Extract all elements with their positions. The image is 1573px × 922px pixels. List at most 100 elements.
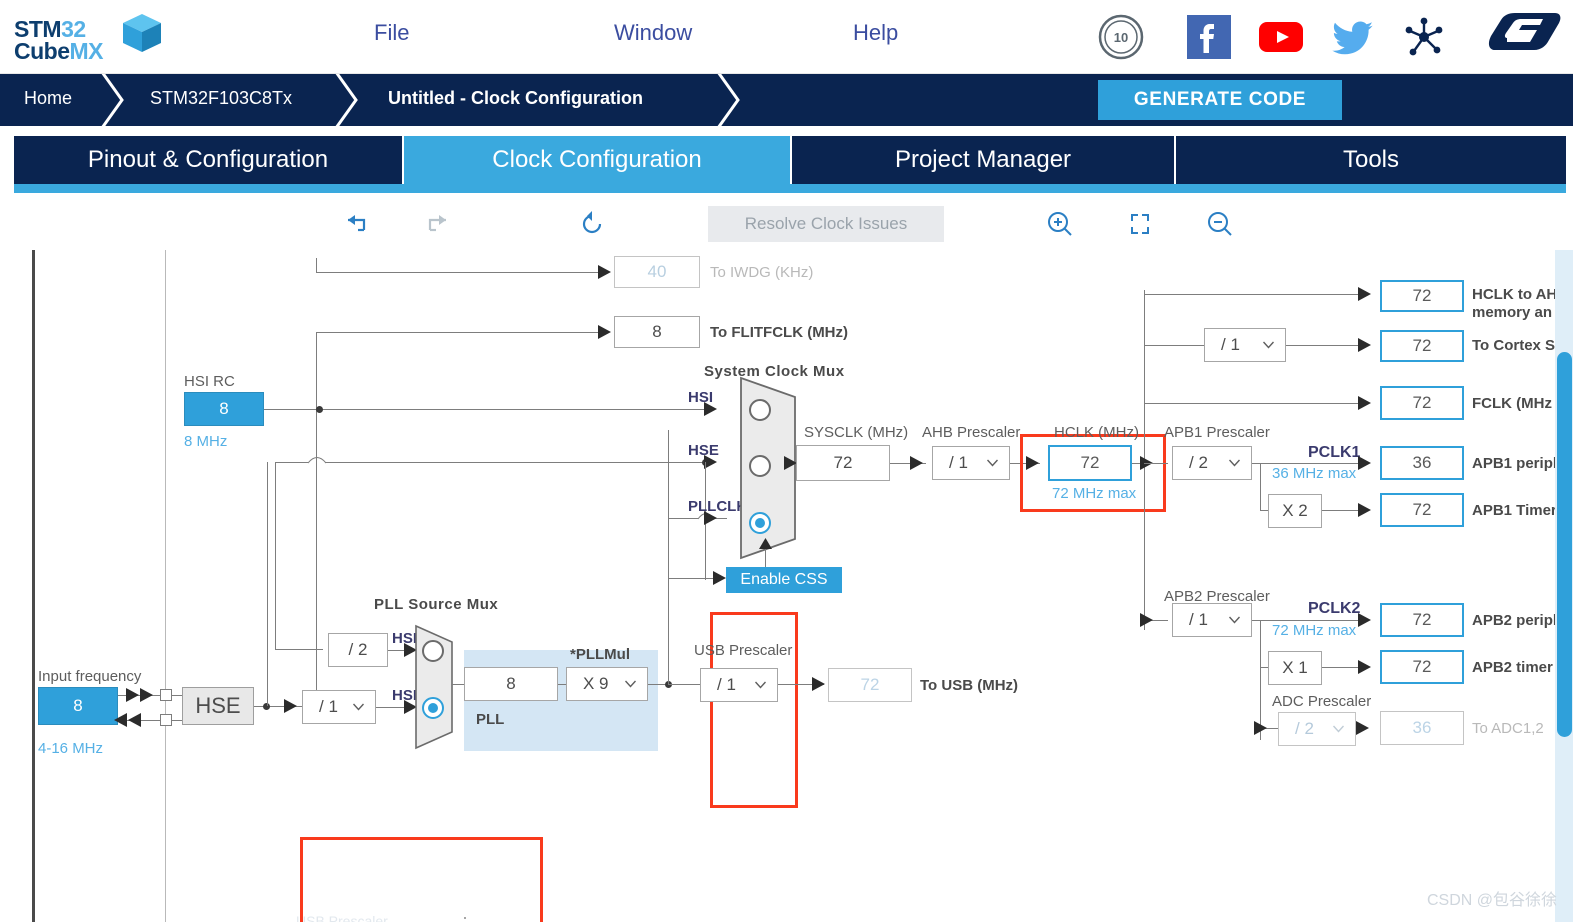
usb-prescaler-select[interactable]: / 1 (700, 668, 778, 702)
apb1-prescaler-title: APB1 Prescaler (1164, 424, 1270, 441)
chevron-down-icon (1263, 341, 1274, 349)
menu-bar: STM32 CubeMX File Window Help 10 (0, 0, 1573, 74)
vertical-scrollbar-thumb[interactable] (1557, 352, 1572, 737)
sysclk-value-field[interactable]: 72 (796, 445, 890, 481)
resolve-clock-issues-button[interactable]: Resolve Clock Issues (708, 206, 944, 242)
vertical-scrollbar-track[interactable] (1555, 250, 1573, 922)
logo-mx: MX (69, 38, 104, 64)
pll-hse-div1-value: / 1 (319, 697, 338, 716)
wire (316, 332, 317, 712)
zoom-out-icon[interactable] (1202, 206, 1238, 242)
usb-value-field[interactable]: 72 (828, 668, 912, 702)
zoom-in-icon[interactable] (1042, 206, 1078, 242)
cube-icon (123, 14, 161, 52)
adc-prescaler-select[interactable]: / 2 (1278, 712, 1356, 746)
wire-hop (308, 457, 326, 464)
iwdg-value-field[interactable]: 40 (614, 256, 700, 288)
wire (316, 332, 601, 333)
adc-prescaler-value: / 2 (1295, 719, 1314, 738)
ahb-prescaler-select[interactable]: / 1 (932, 446, 1010, 480)
chevron-down-icon (755, 681, 766, 689)
usb-label: To USB (MHz) (920, 677, 1019, 694)
wire-arrow (1358, 396, 1371, 410)
apb2-timer-multiplier[interactable]: X 1 (1268, 651, 1322, 685)
breadcrumb-home[interactable]: Home (24, 88, 72, 109)
community-icon[interactable] (1400, 13, 1448, 61)
stm32cubemx-window: STM32 CubeMX File Window Help 10 Home ST… (0, 0, 1573, 922)
apb1-periph-value-field[interactable]: 36 (1380, 446, 1464, 480)
anniversary-badge-icon[interactable]: 10 (1097, 13, 1145, 61)
sysclk-title: SYSCLK (MHz) (804, 424, 909, 441)
hclk-ahb-value-field[interactable]: 72 (1380, 280, 1464, 312)
pll-mux-radio-hse[interactable] (422, 697, 444, 719)
input-frequency-field[interactable]: 8 (38, 687, 118, 725)
apb1-prescaler-select[interactable]: / 2 (1172, 446, 1252, 480)
undo-icon[interactable] (338, 206, 374, 242)
sysclk-mux-radio-hse[interactable] (749, 455, 771, 477)
tab-project-manager[interactable]: Project Manager (792, 136, 1174, 184)
wire-arrow (128, 713, 141, 727)
sysclk-mux-radio-hsi[interactable] (749, 399, 771, 421)
redo-icon[interactable] (420, 206, 456, 242)
apb2-timer-value-field[interactable]: 72 (1380, 650, 1464, 684)
wire-arrow (114, 713, 127, 727)
wire-arrow (1358, 503, 1371, 517)
sysclk-mux-radio-pllclk[interactable] (749, 512, 771, 534)
apb1-max-note: 36 MHz max (1272, 465, 1357, 482)
pllmul-select[interactable]: X 9 (566, 667, 648, 701)
adc-prescaler-title: ADC Prescaler (1272, 693, 1372, 710)
enable-css-button[interactable]: Enable CSS (726, 567, 842, 593)
wire (1252, 620, 1364, 621)
flitfclk-label: To FLITFCLK (MHz) (710, 324, 849, 341)
menu-window[interactable]: Window (614, 20, 692, 46)
tab-tools[interactable]: Tools (1176, 136, 1566, 184)
breadcrumb-project[interactable]: Untitled - Clock Configuration (388, 88, 643, 109)
canvas-rail-left (32, 250, 35, 922)
wire (325, 462, 705, 463)
pll-mux-radio-hsi[interactable] (422, 640, 444, 662)
sysclk-mux-input-hsi-label: HSI (688, 389, 714, 406)
apb1-timer-multiplier[interactable]: X 2 (1268, 494, 1322, 528)
apb2-periph-value-field[interactable]: 72 (1380, 603, 1464, 637)
reset-icon[interactable] (574, 206, 610, 242)
apb1-periph-label: APB1 periph (1472, 455, 1563, 472)
hsi-rc-value-field[interactable]: 8 (184, 392, 264, 426)
breadcrumb-device[interactable]: STM32F103C8Tx (150, 88, 292, 109)
hse-block[interactable]: HSE (182, 687, 254, 725)
pclk2-label: PCLK2 (1308, 600, 1361, 617)
tab-pinout-configuration[interactable]: Pinout & Configuration (14, 136, 402, 184)
wire (1144, 403, 1366, 404)
twitter-icon[interactable] (1329, 13, 1377, 61)
apb2-max-note: 72 MHz max (1272, 622, 1357, 639)
youtube-icon[interactable] (1257, 13, 1305, 61)
apb1-timer-value-field[interactable]: 72 (1380, 493, 1464, 527)
cortex-value-field[interactable]: 72 (1380, 330, 1464, 362)
hse-input-terminal (160, 689, 172, 701)
menu-help[interactable]: Help (853, 20, 898, 46)
cortex-label: To Cortex S (1472, 337, 1556, 354)
pll-input-value[interactable]: 8 (464, 667, 558, 701)
generate-code-button[interactable]: GENERATE CODE (1098, 80, 1342, 120)
wire-arrow (713, 571, 726, 585)
wire-arrow (1358, 613, 1371, 627)
cortex-prescaler-select[interactable]: / 1 (1204, 328, 1286, 362)
cortex-prescaler-value: / 1 (1221, 335, 1240, 354)
apb2-prescaler-value: / 1 (1189, 610, 1208, 629)
menu-file[interactable]: File (374, 20, 409, 46)
hclk-ahb-label-line2: memory an (1472, 304, 1553, 321)
st-logo-icon[interactable] (1485, 10, 1563, 64)
pll-hse-div1-select[interactable]: / 1 (302, 690, 376, 724)
facebook-icon[interactable] (1185, 13, 1233, 61)
tab-clock-configuration[interactable]: Clock Configuration (404, 136, 790, 184)
hclk-value-field[interactable]: 72 (1048, 445, 1132, 481)
pll-label: PLL (476, 711, 505, 728)
canvas-rail-mid (165, 250, 166, 922)
fit-to-screen-icon[interactable] (1122, 206, 1158, 242)
apb2-prescaler-select[interactable]: / 1 (1172, 603, 1252, 637)
flitfclk-value-field[interactable]: 8 (614, 316, 700, 348)
fclk-value-field[interactable]: 72 (1380, 386, 1464, 420)
tab-bar: Pinout & Configuration Clock Configurati… (0, 126, 1573, 198)
adc-label: To ADC1,2 (1472, 720, 1544, 737)
adc-value-field[interactable]: 36 (1380, 711, 1464, 745)
pll-hsi-div2[interactable]: / 2 (328, 633, 388, 667)
